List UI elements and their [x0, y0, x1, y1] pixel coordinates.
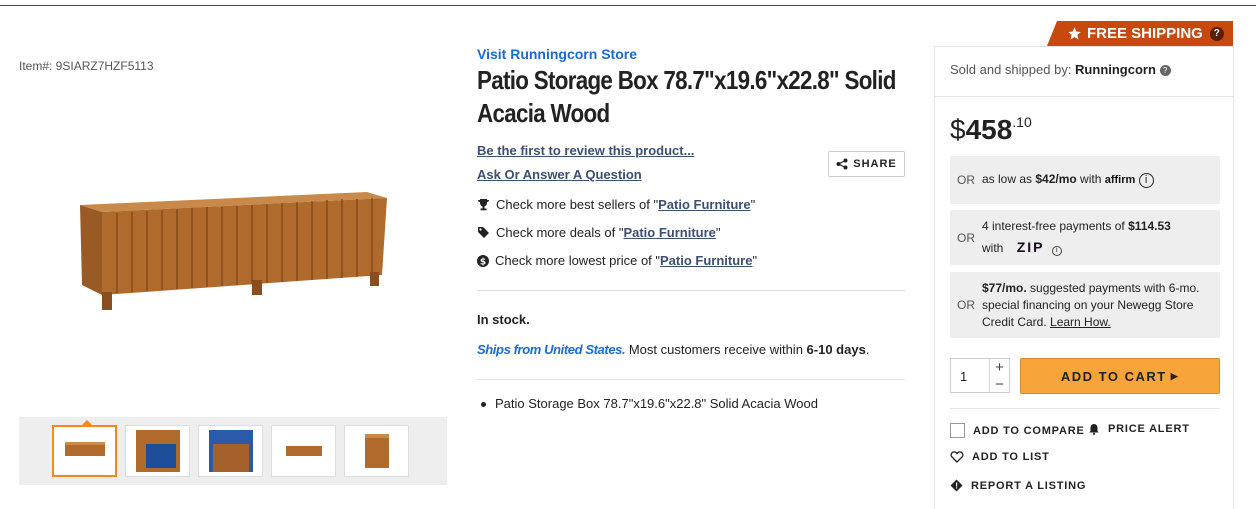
product-title: Patio Storage Box 78.7"x19.6"x22.8" Soli… — [477, 65, 896, 128]
thumbnail-5[interactable] — [344, 425, 409, 477]
patio-furniture-link-3[interactable]: Patio Furniture — [660, 253, 752, 268]
patio-furniture-link-1[interactable]: Patio Furniture — [658, 197, 750, 212]
stock-status: In stock. — [477, 312, 530, 327]
dollar-icon: $ — [477, 254, 489, 267]
report-icon — [950, 479, 963, 492]
newegg-card-option[interactable]: OR $77/mo. suggested payments with 6-mo.… — [950, 272, 1220, 338]
check-lowest-price: $ Check more lowest price of "Patio Furn… — [477, 253, 757, 268]
thumbnail-2[interactable] — [125, 425, 190, 477]
info-icon[interactable]: i — [1051, 246, 1062, 256]
review-link[interactable]: Be the first to review this product... — [477, 143, 694, 158]
free-shipping-badge: FREE SHIPPING ? — [1047, 21, 1233, 46]
bell-icon — [1089, 424, 1099, 435]
caret-right-icon: ▶ — [1170, 370, 1180, 381]
learn-how-link[interactable]: Learn How. — [1050, 315, 1111, 329]
share-button[interactable]: SHARE — [828, 151, 905, 177]
shipping-info: Ships from United States. Most customers… — [477, 342, 870, 357]
thumbnail-4[interactable] — [271, 425, 336, 477]
increment-button[interactable]: + — [990, 359, 1009, 376]
sold-by: Sold and shipped by: Runningcorn ? — [950, 62, 1171, 77]
add-to-compare[interactable]: ADD TO COMPARE — [950, 423, 1085, 438]
divider — [950, 408, 1220, 409]
divider — [477, 290, 905, 291]
price: $458.10 — [950, 114, 1032, 145]
qa-link[interactable]: Ask Or Answer A Question — [477, 167, 642, 182]
affirm-option[interactable]: OR as low as $42/mo with affirm i — [950, 156, 1220, 204]
share-label: SHARE — [853, 158, 897, 170]
check-deals: Check more deals of "Patio Furniture" — [477, 225, 721, 240]
thumbnail-strip — [19, 417, 447, 485]
quantity-stepper[interactable]: 1 + − — [950, 358, 1010, 393]
divider — [477, 379, 905, 380]
svg-text:$: $ — [480, 257, 486, 267]
trophy-icon — [478, 199, 489, 211]
divider — [935, 96, 1233, 97]
compare-checkbox[interactable] — [950, 423, 965, 438]
tags-icon — [478, 227, 489, 238]
star-icon — [1068, 27, 1081, 40]
decrement-button[interactable]: − — [990, 376, 1009, 393]
help-icon[interactable]: ? — [1209, 26, 1224, 41]
patio-furniture-link-2[interactable]: Patio Furniture — [623, 225, 715, 240]
affirm-logo: affirm — [1104, 174, 1136, 186]
share-icon — [836, 158, 848, 170]
seller-name[interactable]: Runningcorn — [1075, 62, 1156, 77]
report-listing-button[interactable]: REPORT A LISTING — [950, 479, 1086, 492]
quantity-value[interactable]: 1 — [951, 359, 989, 392]
add-to-cart-button[interactable]: ADD TO CART ▶ — [1020, 358, 1220, 394]
thumbnail-1[interactable] — [52, 420, 117, 477]
info-icon[interactable]: i — [1138, 173, 1154, 188]
zip-option[interactable]: OR 4 interest-free payments of $114.53 wi… — [950, 210, 1220, 265]
price-alert-button[interactable]: PRICE ALERT — [1088, 423, 1190, 435]
product-image[interactable] — [72, 180, 392, 320]
help-icon[interactable]: ? — [1159, 65, 1171, 76]
heart-icon — [950, 451, 964, 463]
add-to-list-button[interactable]: ADD TO LIST — [950, 451, 1050, 463]
thumbnail-3[interactable] — [198, 425, 263, 477]
check-best-sellers: Check more best sellers of "Patio Furnit… — [477, 197, 755, 212]
zip-logo: ZIP — [1016, 239, 1045, 255]
item-number: Item#: 9SIARZ7HZF5113 — [19, 59, 154, 73]
feature-bullet: Patio Storage Box 78.7"x19.6"x22.8" Soli… — [481, 396, 818, 411]
visit-store-link[interactable]: Visit Runningcorn Store — [477, 46, 637, 62]
top-border — [0, 5, 1256, 6]
